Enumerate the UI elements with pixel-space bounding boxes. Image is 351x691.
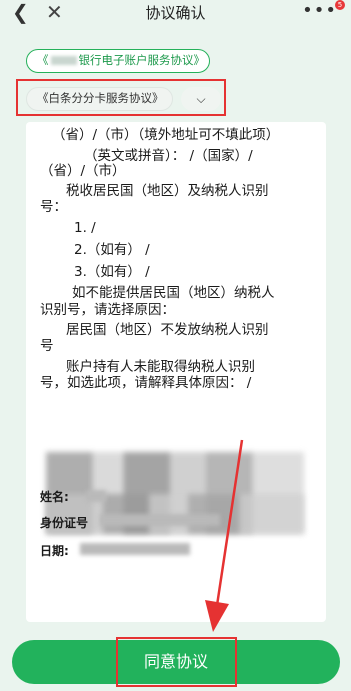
- redacted-date: [80, 543, 190, 555]
- date-label: 日期:: [40, 544, 69, 558]
- page-title: 协议确认: [145, 4, 206, 22]
- redacted-name: [86, 490, 106, 502]
- doc-line: 3.（如有） /: [74, 264, 150, 280]
- agreement-chip-suffix: 银行电子账户服务协议》: [78, 53, 206, 67]
- agreement-document[interactable]: （省）/（市）（境外地址可不填此项） （英文或拼音）： /（国家）/ （省）/（…: [26, 122, 326, 622]
- doc-line: 税收居民国（地区）及纳税人识别: [66, 183, 269, 199]
- more-icon[interactable]: •••: [302, 0, 337, 22]
- doc-line: 号：: [40, 199, 67, 215]
- notification-badge: 5: [335, 0, 345, 10]
- name-label: 姓名:: [40, 490, 69, 504]
- annotation-box-agree: [116, 637, 237, 687]
- doc-line: 如不能提供居民国（地区）纳税人: [72, 285, 275, 301]
- doc-line: 2.（如有） /: [74, 242, 150, 258]
- agreement-confirm-page: ❮ ✕ 协议确认 ••• 5 《银行电子账户服务协议》 《白条分分卡服务协议》 …: [0, 0, 351, 691]
- redacted-bank-name: [50, 56, 77, 65]
- doc-line: 号: [40, 338, 54, 354]
- top-nav: ❮ ✕ 协议确认 ••• 5: [0, 0, 351, 26]
- doc-line: 1. /: [74, 220, 96, 236]
- id-number-label: 身份证号: [40, 516, 89, 530]
- doc-line: （省）/（市）（境外地址可不填此项）: [52, 127, 280, 143]
- annotation-box-agreement: [16, 79, 226, 116]
- agreement-chip-prefix: 《: [37, 53, 49, 67]
- redacted-id-number: [100, 514, 220, 526]
- doc-line: 号，如选此项，请解释具体原因： /: [40, 375, 252, 391]
- doc-line: 识别号，请选择原因：: [40, 302, 175, 318]
- doc-line: （省）/（市）: [40, 163, 126, 179]
- agreement-chip-bank-account[interactable]: 《 银行电子账户服务协议》: [26, 49, 210, 73]
- doc-line: 居民国（地区）不发放纳税人识别: [66, 322, 269, 338]
